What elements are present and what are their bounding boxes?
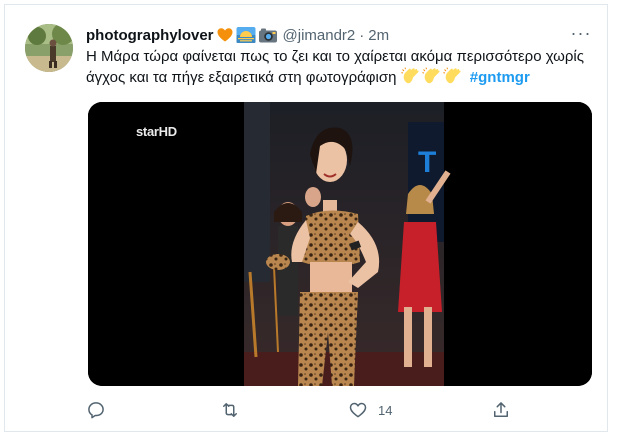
user-handle[interactable]: @jimandr2 [283, 27, 356, 44]
like-count: 14 [378, 402, 393, 418]
camera-with-flash-icon [258, 26, 280, 44]
retweet-button[interactable] [220, 399, 250, 421]
heart-icon [349, 402, 367, 418]
sunrise-icon [236, 26, 258, 44]
share-button[interactable] [491, 399, 521, 421]
name-emojis [216, 26, 280, 44]
clapping-hands-icon [421, 67, 440, 84]
share-icon [494, 402, 508, 417]
reply-button[interactable] [86, 399, 116, 421]
tweet-card[interactable]: photographylover @jimandr2 · 2m ··· Η Μά… [4, 4, 608, 432]
display-name[interactable]: photographylover [86, 27, 214, 44]
tweet-media-image[interactable]: T starHD [88, 102, 592, 386]
orange-heart-icon [216, 26, 236, 44]
separator-dot: · [359, 26, 365, 44]
clapping-hands-icon [400, 67, 419, 84]
retweet-icon [223, 403, 237, 417]
clapping-hands-emojis [400, 67, 464, 85]
like-button[interactable]: 14 [348, 399, 392, 421]
media-watermark: starHD [136, 124, 177, 139]
avatar[interactable] [25, 24, 73, 72]
photo-scene: T [244, 102, 451, 386]
hashtag-link[interactable]: #gntmgr [470, 69, 530, 86]
tweet-header: photographylover @jimandr2 · 2m [86, 25, 389, 45]
tweet-text: Η Μάρα τώρα φαίνεται πως το ζει και το χ… [86, 47, 596, 88]
more-options-button[interactable]: ··· [569, 23, 593, 43]
reply-icon [88, 402, 104, 419]
svg-text:T: T [418, 146, 436, 179]
tweet-timestamp[interactable]: 2m [368, 27, 389, 44]
tweet-actions: 14 [86, 399, 526, 421]
clapping-hands-icon [442, 67, 461, 84]
more-icon: ··· [570, 22, 592, 43]
